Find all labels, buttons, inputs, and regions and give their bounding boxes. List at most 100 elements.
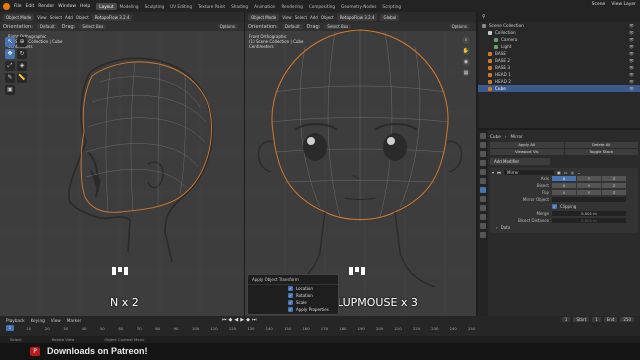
outliner-item[interactable]: BASE 👁 <box>478 50 640 57</box>
tab-modeling[interactable]: Modeling <box>117 3 142 10</box>
playhead[interactable]: 1 <box>6 325 14 331</box>
filter-icon[interactable]: ⚲ <box>482 14 486 20</box>
data-chevron-icon[interactable]: › <box>492 225 498 230</box>
tab-shading[interactable]: Shading <box>228 3 251 10</box>
blender-logo-icon[interactable] <box>3 2 10 10</box>
modifier-tab-icon[interactable] <box>480 187 486 193</box>
start-frame-field[interactable]: 1 <box>592 317 601 322</box>
tab-geometry-nodes[interactable]: Geometry Nodes <box>338 3 379 10</box>
play-reverse-icon[interactable]: ◀ <box>234 317 238 323</box>
clipping-checkbox[interactable]: ✓ <box>552 204 557 209</box>
play-icon[interactable]: ▶ <box>240 317 244 323</box>
tab-uv-editing[interactable]: UV Editing <box>167 3 195 10</box>
flip-z-toggle[interactable]: Z <box>602 190 626 195</box>
axis-z-toggle[interactable]: Z <box>602 176 626 181</box>
collapse-chevron-icon[interactable]: ▾ <box>492 170 494 175</box>
bisect-z-toggle[interactable]: Z <box>602 183 626 188</box>
apply-all-button[interactable]: Apply All <box>490 142 564 148</box>
outliner-item[interactable]: BASE 3 👁 <box>478 64 640 71</box>
viewport-right[interactable]: Object Mode View Select Add Object Retop… <box>245 12 476 316</box>
current-frame-field[interactable]: 1 <box>561 317 571 322</box>
visibility-eye-icon[interactable]: 👁 <box>629 72 634 77</box>
camera-view-icon[interactable]: ◉ <box>462 58 470 66</box>
object-tab-icon[interactable] <box>480 178 486 184</box>
jump-end-icon[interactable]: ⏭ <box>252 317 257 323</box>
visibility-eye-icon[interactable]: 👁 <box>629 44 634 49</box>
cursor-tool-icon[interactable]: ⊕ <box>17 37 27 47</box>
end-frame-field[interactable]: 250 <box>620 317 634 322</box>
viewport-left[interactable]: Object Mode View Select Add Object Retop… <box>0 12 244 316</box>
outliner-item[interactable]: Scene Collection 👁 <box>478 22 640 29</box>
add-cube-tool-icon[interactable]: ▣ <box>5 85 15 95</box>
view-menu[interactable]: View <box>51 318 61 323</box>
jump-start-icon[interactable]: ⏮ <box>222 317 227 323</box>
checkbox-checked-icon[interactable]: ✓ <box>288 307 293 312</box>
visibility-eye-icon[interactable]: 👁 <box>629 86 634 91</box>
next-key-icon[interactable]: ◆ <box>246 317 250 323</box>
move-tool-icon[interactable]: ✥ <box>5 49 15 59</box>
axis-x-toggle[interactable]: X <box>552 176 576 181</box>
outliner-item[interactable]: BASE 2 👁 <box>478 57 640 64</box>
outliner-item[interactable]: Light 👁 <box>478 43 640 50</box>
menu-help[interactable]: Help <box>80 4 90 9</box>
pan-hand-icon[interactable]: ✋ <box>462 47 470 55</box>
delete-all-button[interactable]: Delete All <box>564 142 638 148</box>
scene-tab-icon[interactable] <box>480 160 486 166</box>
checkbox-checked-icon[interactable]: ✓ <box>288 293 293 298</box>
annotate-tool-icon[interactable]: ✎ <box>5 73 15 83</box>
tab-animation[interactable]: Animation <box>251 3 278 10</box>
frame-ruler[interactable]: 0102030405060708090100110120130140150160… <box>0 326 478 334</box>
axis-y-toggle[interactable]: Y <box>577 176 601 181</box>
option-rotation[interactable]: ✓ Rotation <box>248 292 338 299</box>
add-modifier-dropdown[interactable]: Add Modifier <box>490 158 550 165</box>
tool-tab-icon[interactable] <box>480 133 486 139</box>
visibility-eye-icon[interactable]: 👁 <box>629 58 634 63</box>
data-subpanel[interactable]: › Data <box>492 224 636 231</box>
tab-texture-paint[interactable]: Texture Paint <box>195 3 228 10</box>
select-tool-icon[interactable]: ↖ <box>5 37 15 47</box>
outliner-item[interactable]: HEAD 2 👁 <box>478 78 640 85</box>
bisect-distance-field[interactable]: 0.001 m <box>552 218 626 223</box>
visibility-eye-icon[interactable]: 👁 <box>629 37 634 42</box>
perspective-toggle-icon[interactable]: ▦ <box>462 69 470 77</box>
option-apply-properties[interactable]: ✓ Apply Properties <box>248 306 338 313</box>
zoom-icon[interactable]: ⌕ <box>462 36 470 44</box>
bisect-x-toggle[interactable]: X <box>552 183 576 188</box>
bisect-y-toggle[interactable]: Y <box>577 183 601 188</box>
material-tab-icon[interactable] <box>480 232 486 238</box>
output-tab-icon[interactable] <box>480 151 486 157</box>
data-tab-icon[interactable] <box>480 223 486 229</box>
tab-scripting[interactable]: Scripting <box>379 3 404 10</box>
visibility-eye-icon[interactable]: 👁 <box>629 65 634 70</box>
viewport-toggle-icon[interactable]: ▭ <box>564 170 568 175</box>
visibility-eye-icon[interactable]: 👁 <box>629 30 634 35</box>
marker-menu[interactable]: Marker <box>67 318 81 323</box>
menu-render[interactable]: Render <box>38 4 54 9</box>
outliner-item[interactable]: Collection 👁 <box>478 29 640 36</box>
tab-compositing[interactable]: Compositing <box>306 3 338 10</box>
visibility-eye-icon[interactable]: 👁 <box>629 23 634 28</box>
flip-x-toggle[interactable]: X <box>552 190 576 195</box>
view-layer-selector[interactable]: View Layer <box>611 2 636 7</box>
particles-tab-icon[interactable] <box>480 196 486 202</box>
outliner-item[interactable]: HEAD 1 👁 <box>478 71 640 78</box>
outliner-item[interactable]: Cube 👁 <box>478 85 640 92</box>
constraints-tab-icon[interactable] <box>480 214 486 220</box>
option-location[interactable]: ✓ Location <box>248 285 338 292</box>
keying-menu[interactable]: Keying <box>31 318 45 323</box>
visibility-eye-icon[interactable]: 👁 <box>629 51 634 56</box>
flip-y-toggle[interactable]: Y <box>577 190 601 195</box>
edit-mode-toggle-icon[interactable]: ▣ <box>557 170 561 175</box>
option-scale[interactable]: ✓ Scale <box>248 299 338 306</box>
tab-layout[interactable]: Layout <box>96 2 117 10</box>
physics-tab-icon[interactable] <box>480 205 486 211</box>
playback-menu[interactable]: Playback <box>6 318 25 323</box>
scale-tool-icon[interactable]: ⤢ <box>5 61 15 71</box>
mirror-object-field[interactable] <box>552 197 626 202</box>
render-toggle-icon[interactable]: ◎ <box>571 170 575 175</box>
merge-distance-field[interactable]: 0.001 m <box>552 211 626 216</box>
rotate-tool-icon[interactable]: ↻ <box>17 49 27 59</box>
checkbox-checked-icon[interactable]: ✓ <box>288 300 293 305</box>
panel-title[interactable]: Apply Object Transform <box>248 275 338 285</box>
menu-file[interactable]: File <box>14 4 22 9</box>
